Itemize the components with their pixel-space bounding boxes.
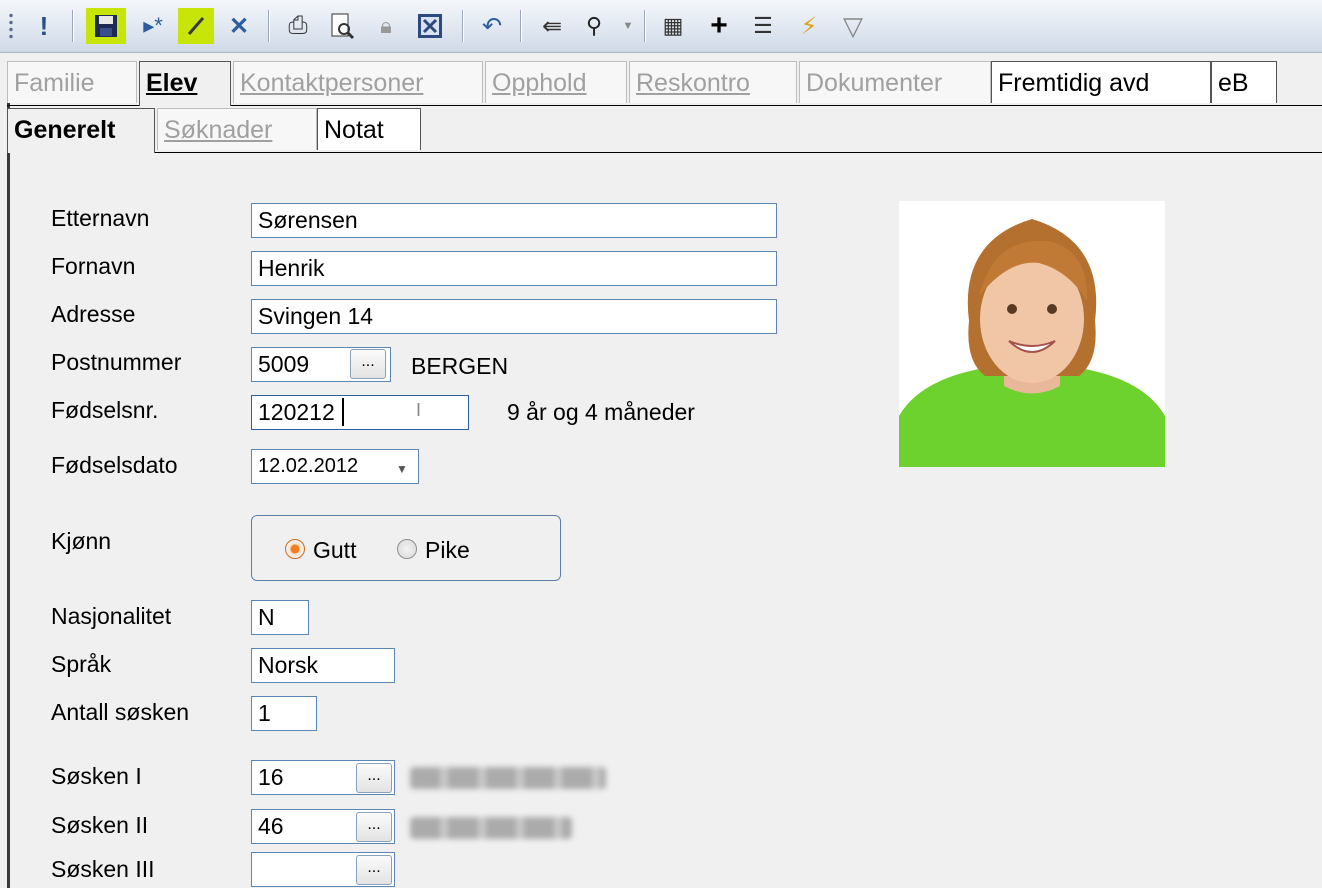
delete-icon[interactable]: ✕ [222, 8, 256, 44]
age-text: 9 år og 4 måneder [507, 399, 695, 425]
fornavn-label: Fornavn [51, 253, 136, 279]
undo-icon[interactable]: ↶ [476, 8, 508, 44]
chevron-down-icon[interactable]: ▼ [396, 462, 408, 476]
sosken2-name-redacted [410, 817, 572, 839]
tab-familie[interactable]: Familie [7, 61, 137, 103]
tab-fremtidig-avd[interactable]: Fremtidig avd [991, 61, 1211, 103]
radio-gutt[interactable] [285, 539, 305, 559]
toolbar: ! ▸* ✕ ⎙ 🔒︎ ↶ ⇚ ⚲ ▼ ▦ + ☰ ⚡︎ ▽ [0, 0, 1322, 53]
sosken1-lookup-button[interactable]: ... [356, 763, 392, 793]
sprak-label: Språk [51, 651, 112, 677]
nasjonalitet-label: Nasjonalitet [51, 603, 172, 629]
tab-soknader[interactable]: Søknader [157, 108, 317, 150]
fodselsnr-field[interactable]: 120212 [251, 395, 469, 430]
print-icon[interactable]: ⎙ [282, 8, 314, 44]
fodselsdato-label: Fødselsdato [51, 452, 178, 478]
add-icon[interactable]: + [704, 8, 734, 44]
import-icon[interactable]: ⇚ [534, 8, 570, 44]
antall-sosken-label: Antall søsken [51, 699, 190, 725]
grip-icon[interactable] [8, 12, 14, 40]
text-cursor [342, 398, 344, 426]
excel-icon[interactable] [414, 8, 446, 44]
sub-tab-bar: Generelt Søknader Notat [7, 108, 1322, 153]
sosken3-lookup-button[interactable]: ... [356, 855, 392, 885]
radio-gutt-label[interactable]: Gutt [313, 537, 356, 564]
sosken1-name-redacted [410, 767, 606, 789]
adresse-field[interactable]: Svingen 14 [251, 299, 777, 334]
kjonn-label: Kjønn [51, 528, 112, 554]
postnummer-label: Postnummer [51, 349, 182, 375]
postnummer-city: BERGEN [411, 353, 509, 379]
tab-notat[interactable]: Notat [317, 108, 421, 150]
tab-generelt[interactable]: Generelt [7, 108, 155, 153]
sosken2-label: Søsken II [51, 812, 149, 838]
fornavn-field[interactable]: Henrik [251, 251, 777, 286]
tab-elev[interactable]: Elev [139, 61, 231, 106]
main-tab-bar: Familie Elev Kontaktpersoner Opphold Res… [7, 61, 1322, 106]
antall-sosken-field[interactable]: 1 [251, 696, 317, 731]
exclamation-icon[interactable]: ! [32, 8, 56, 44]
filter-icon[interactable]: ▽ [836, 8, 870, 44]
fodselsnr-label: Fødselsnr. [51, 397, 159, 423]
properties-icon[interactable]: ▦ [656, 8, 690, 44]
fodselsdato-picker[interactable]: 12.02.2012 [251, 449, 419, 484]
radio-pike[interactable] [397, 539, 417, 559]
sosken3-label: Søsken III [51, 856, 155, 882]
tab-reskontro[interactable]: Reskontro [629, 61, 797, 103]
quick-filter-icon[interactable]: ⚡︎ [792, 8, 826, 44]
save-icon[interactable] [86, 8, 126, 44]
tab-dokumenter[interactable]: Dokumenter [799, 61, 991, 103]
radio-pike-label[interactable]: Pike [425, 537, 470, 564]
dropdown-icon[interactable]: ▼ [620, 8, 636, 44]
nasjonalitet-field[interactable]: N [251, 600, 309, 635]
sprak-field[interactable]: Norsk [251, 648, 395, 683]
sosken2-lookup-button[interactable]: ... [356, 812, 392, 842]
link-icon[interactable]: ☰ [746, 8, 780, 44]
lock-icon[interactable]: 🔒︎ [370, 8, 402, 44]
postnummer-lookup-button[interactable]: ... [350, 349, 386, 379]
etternavn-label: Etternavn [51, 205, 150, 231]
etternavn-field[interactable]: Sørensen [251, 203, 777, 238]
tab-kontaktpersoner[interactable]: Kontaktpersoner [233, 61, 483, 103]
new-record-icon[interactable]: ▸* [136, 8, 170, 44]
tab-eb[interactable]: eB [1211, 61, 1277, 103]
window-edge [7, 61, 10, 888]
ibeam-cursor-icon: I [416, 400, 422, 420]
adresse-label: Adresse [51, 301, 136, 327]
print-preview-icon[interactable] [326, 8, 358, 44]
edit-icon[interactable] [178, 8, 214, 44]
student-photo [899, 201, 1165, 467]
fodselsdato-value: 12.02.2012 [258, 455, 359, 477]
sosken1-label: Søsken I [51, 763, 142, 789]
find-icon[interactable]: ⚲ [576, 8, 612, 44]
tab-opphold[interactable]: Opphold [485, 61, 627, 103]
